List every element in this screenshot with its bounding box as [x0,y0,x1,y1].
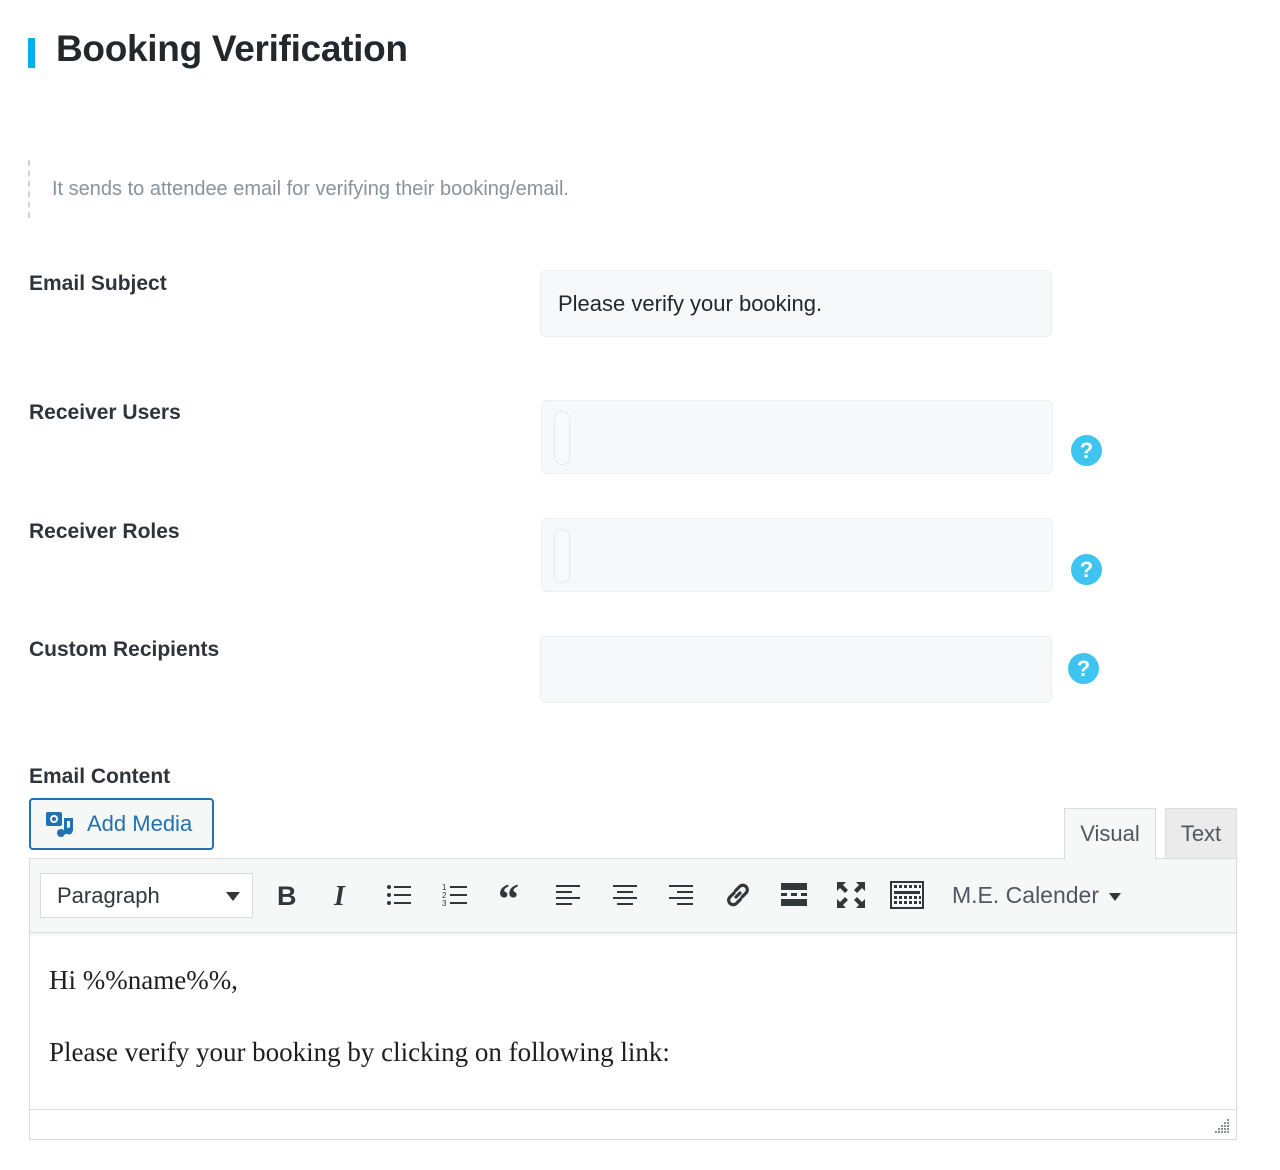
tab-visual[interactable]: Visual [1064,808,1156,860]
align-right-button[interactable] [663,877,699,913]
bulleted-list-icon [387,885,411,905]
editor-toolbar: Paragraph B I 1 2 3 “ M.E. Calender [30,859,1236,933]
editor-content-area[interactable]: Hi %%name%%, Please verify your booking … [30,934,1236,1110]
page-title: Booking Verification [56,28,408,69]
bold-button[interactable]: B [268,877,304,913]
receiver-users-select[interactable] [541,400,1053,474]
email-content-label: Email Content [29,765,171,788]
link-icon [727,883,749,907]
me-calendar-shortcode-menu[interactable]: M.E. Calender [952,877,1122,913]
svg-text:“: “ [498,883,519,907]
align-center-icon [613,885,637,905]
fullscreen-button[interactable] [833,877,869,913]
section-description: It sends to attendee email for verifying… [28,160,569,218]
blockquote-icon: “ [498,883,519,907]
bulleted-list-button[interactable] [381,877,417,913]
email-subject-field[interactable] [540,270,1052,337]
resize-handle-icon[interactable] [1214,1118,1230,1134]
read-more-button[interactable] [776,877,812,913]
svg-text:I: I [333,882,346,908]
chevron-down-icon [226,892,240,901]
add-media-button[interactable]: Add Media [29,798,214,850]
content-line-body: Please verify your booking by clicking o… [49,1037,670,1067]
align-left-button[interactable] [550,877,586,913]
align-left-icon [556,885,580,905]
receiver-roles-help-icon[interactable]: ? [1071,554,1102,585]
receiver-roles-search[interactable] [554,529,570,583]
email-content-editor: Paragraph B I 1 2 3 “ M.E. Calender Hi %… [29,858,1237,1140]
align-right-icon [669,885,693,905]
add-media-label: Add Media [87,811,193,836]
svg-text:B: B [277,882,297,908]
tab-text[interactable]: Text [1165,808,1237,859]
email-subject-input[interactable] [541,271,1051,336]
receiver-users-search[interactable] [554,411,570,465]
media-icon [45,810,75,838]
custom-recipients-field[interactable] [540,636,1052,703]
editor-statusbar [30,1109,1236,1139]
italic-icon: I [333,882,346,908]
receiver-users-label: Receiver Users [29,401,181,424]
bold-icon: B [277,882,297,908]
align-center-button[interactable] [607,877,643,913]
custom-recipients-label: Custom Recipients [29,638,220,661]
numbered-list-icon: 1 2 3 [442,883,467,908]
content-line-greeting: Hi %%name%%, [49,965,238,995]
fullscreen-icon [837,882,865,908]
numbered-list-button[interactable]: 1 2 3 [437,877,473,913]
description-text: It sends to attendee email for verifying… [52,178,569,200]
receiver-users-help-icon[interactable]: ? [1071,435,1102,466]
receiver-roles-label: Receiver Roles [29,520,180,543]
toolbar-toggle-icon [890,881,924,909]
receiver-roles-select[interactable] [541,518,1053,592]
blockquote-button[interactable]: “ [494,877,530,913]
email-subject-label: Email Subject [29,272,167,295]
me-calendar-label: M.E. Calender [952,882,1100,908]
link-button[interactable] [720,877,756,913]
toolbar-toggle-button[interactable] [889,877,925,913]
title-accent-bar [28,38,35,68]
paragraph-format-select[interactable]: Paragraph [40,873,253,918]
custom-recipients-help-icon[interactable]: ? [1068,653,1099,684]
custom-recipients-input[interactable] [541,637,1051,702]
read-more-icon [781,883,807,906]
format-select-value: Paragraph [57,883,160,908]
italic-button[interactable]: I [324,877,360,913]
chevron-down-icon [1109,892,1122,901]
svg-text:3: 3 [442,899,447,908]
